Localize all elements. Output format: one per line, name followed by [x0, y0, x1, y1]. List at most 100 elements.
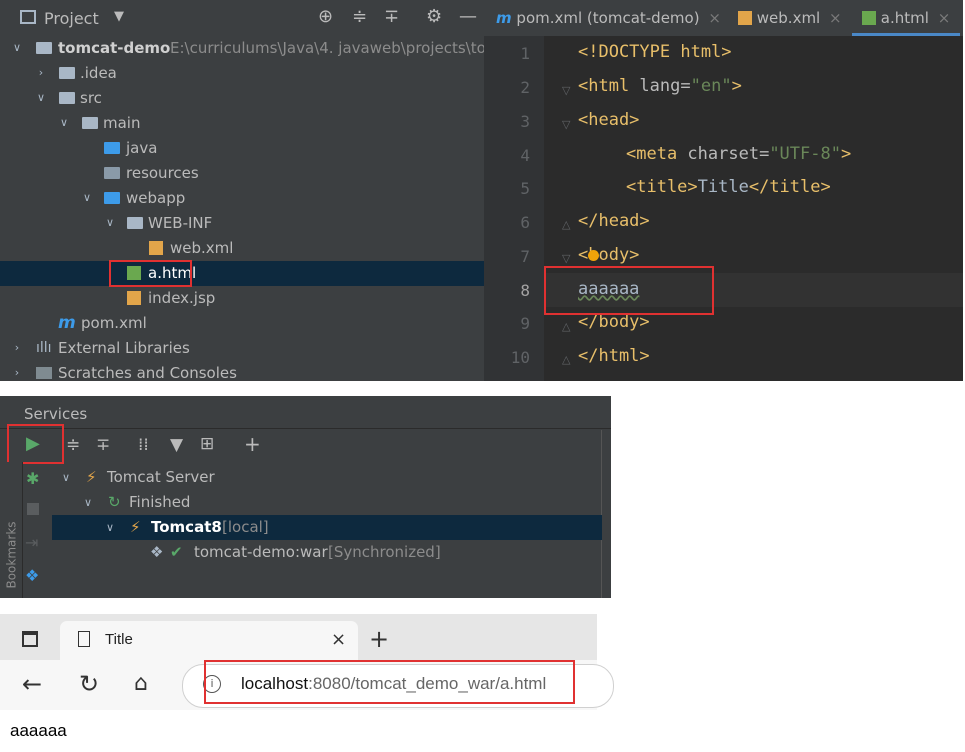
chevron-right-icon[interactable]: ›	[10, 341, 24, 355]
tree-item-a-html[interactable]: a.html	[0, 261, 484, 286]
service-tomcat-server[interactable]: ∨ ⚡ Tomcat Server	[52, 465, 602, 490]
tree-label: tomcat-demo	[58, 39, 171, 57]
tree-item-idea[interactable]: › .idea	[0, 61, 484, 86]
service-suffix: [Synchronized]	[328, 543, 441, 561]
line-number: 3	[520, 112, 530, 131]
close-icon[interactable]: ×	[829, 9, 842, 27]
deploy-icon[interactable]: ⇥	[25, 533, 38, 552]
new-tab-icon[interactable]: +	[369, 625, 389, 653]
add-icon[interactable]: +	[244, 432, 261, 456]
refresh-icon: ↻	[108, 493, 121, 511]
expand-all-icon[interactable]: ≑	[352, 6, 367, 27]
chevron-down-icon[interactable]: ∨	[57, 116, 71, 130]
chevron-down-icon[interactable]: ∨	[106, 515, 114, 540]
resources-folder-icon	[104, 167, 120, 179]
tree-item-resources[interactable]: resources	[0, 161, 484, 186]
chevron-down-icon[interactable]: ∨	[34, 91, 48, 105]
fold-icon[interactable]: ▽	[562, 84, 570, 97]
new-tab-icon[interactable]: ⊞	[200, 434, 214, 454]
hide-icon[interactable]: —	[459, 6, 477, 27]
tab-label: web.xml	[756, 9, 821, 27]
editor-tab-bar: m pom.xml (tomcat-demo) × web.xml × a.ht…	[484, 0, 963, 36]
service-icon[interactable]: ❖	[25, 566, 39, 585]
tab-actions-icon[interactable]	[22, 631, 38, 647]
tree-label: resources	[126, 164, 199, 182]
expand-all-icon[interactable]: ≑	[66, 435, 80, 455]
bulb-icon[interactable]	[588, 250, 599, 261]
tree-label: .idea	[80, 64, 117, 82]
service-artifact[interactable]: ❖ ✔ tomcat-demo:war [Synchronized]	[52, 540, 602, 565]
code-line-4: <meta charset="UTF-8">	[626, 144, 852, 164]
back-icon[interactable]: ←	[22, 670, 42, 698]
tree-item-web-xml[interactable]: web.xml	[0, 236, 484, 261]
group-icon[interactable]: ⁞⁞	[138, 435, 149, 455]
tree-item-web-inf[interactable]: ∨ WEB-INF	[0, 211, 484, 236]
line-number: 1	[520, 44, 530, 63]
chevron-down-icon[interactable]: ∨	[103, 216, 117, 230]
stop-icon[interactable]	[27, 503, 39, 515]
tab-web-xml[interactable]: web.xml ×	[738, 0, 842, 36]
xml-file-icon	[149, 241, 163, 255]
fold-icon[interactable]: △	[562, 218, 570, 231]
line-number: 9	[520, 314, 530, 333]
tree-item-pom-xml[interactable]: m pom.xml	[0, 311, 484, 336]
browser-tab-title: Title	[105, 631, 133, 648]
locate-icon[interactable]: ⊕	[318, 6, 333, 27]
folder-icon	[59, 67, 75, 79]
tree-label: src	[80, 89, 102, 107]
tree-item-webapp[interactable]: ∨ webapp	[0, 186, 484, 211]
project-panel-title[interactable]: Project	[44, 9, 99, 28]
service-tomcat8[interactable]: ∨ ⚡ Tomcat8 [local]	[52, 515, 602, 540]
tree-item-index-jsp[interactable]: index.jsp	[0, 286, 484, 311]
fold-icon[interactable]: △	[562, 353, 570, 366]
chevron-right-icon[interactable]: ›	[34, 66, 48, 80]
fold-icon[interactable]: ▽	[562, 118, 570, 131]
tree-label: External Libraries	[58, 339, 190, 357]
debug-icon[interactable]: ✱	[26, 469, 39, 488]
code-line-6: </head>	[578, 211, 650, 231]
fold-icon[interactable]: △	[562, 320, 570, 333]
service-finished[interactable]: ∨ ↻ Finished	[52, 490, 602, 515]
chevron-down-icon[interactable]: ∨	[62, 465, 70, 490]
project-panel-header: Project ▼ ⊕ ≑ ∓ ⚙ —	[0, 0, 484, 36]
tab-pom-xml[interactable]: m pom.xml (tomcat-demo) ×	[496, 0, 721, 36]
close-icon[interactable]: ×	[938, 9, 951, 27]
tree-label: WEB-INF	[148, 214, 213, 232]
tree-item-tomcat-demo[interactable]: ∨ tomcat-demo E:\curriculums\Java\4. jav…	[0, 36, 484, 61]
tree-item-java[interactable]: java	[0, 136, 484, 161]
code-line-3: <head>	[578, 110, 640, 130]
line-number: 10	[510, 348, 530, 367]
close-icon[interactable]: ×	[708, 9, 721, 27]
chevron-down-icon[interactable]: ▼	[114, 9, 124, 24]
fold-icon[interactable]: ▽	[562, 252, 570, 265]
folder-icon	[82, 117, 98, 129]
chevron-down-icon[interactable]: ∨	[80, 191, 94, 205]
service-suffix: [local]	[222, 518, 269, 536]
home-icon[interactable]: ⌂	[134, 671, 148, 696]
scratches-icon	[36, 367, 52, 379]
tree-item-main[interactable]: ∨ main	[0, 111, 484, 136]
chevron-down-icon[interactable]: ∨	[10, 41, 24, 55]
line-number-current: 8	[520, 281, 530, 300]
chevron-right-icon[interactable]: ›	[10, 366, 24, 380]
tab-label: a.html	[880, 9, 929, 27]
chevron-down-icon[interactable]: ∨	[84, 490, 92, 515]
tree-label: java	[126, 139, 158, 157]
tree-item-external-libraries[interactable]: › ıllı External Libraries	[0, 336, 484, 361]
folder-icon	[59, 92, 75, 104]
close-icon[interactable]: ×	[331, 629, 346, 650]
bookmarks-tab[interactable]: Bookmarks	[5, 521, 19, 588]
gear-icon[interactable]: ⚙	[426, 6, 442, 27]
maven-icon: m	[496, 9, 512, 27]
line-number: 7	[520, 247, 530, 266]
source-folder-icon	[104, 142, 120, 154]
tab-a-html[interactable]: a.html ×	[852, 0, 960, 36]
refresh-icon[interactable]: ↻	[79, 670, 99, 698]
collapse-all-icon[interactable]: ∓	[96, 435, 110, 455]
tree-item-scratches[interactable]: › Scratches and Consoles	[0, 361, 484, 381]
filter-icon[interactable]: ▼	[170, 435, 183, 455]
tree-item-src[interactable]: ∨ src	[0, 86, 484, 111]
libraries-icon: ıllı	[36, 340, 52, 356]
collapse-all-icon[interactable]: ∓	[384, 6, 399, 27]
tree-label: webapp	[126, 189, 186, 207]
